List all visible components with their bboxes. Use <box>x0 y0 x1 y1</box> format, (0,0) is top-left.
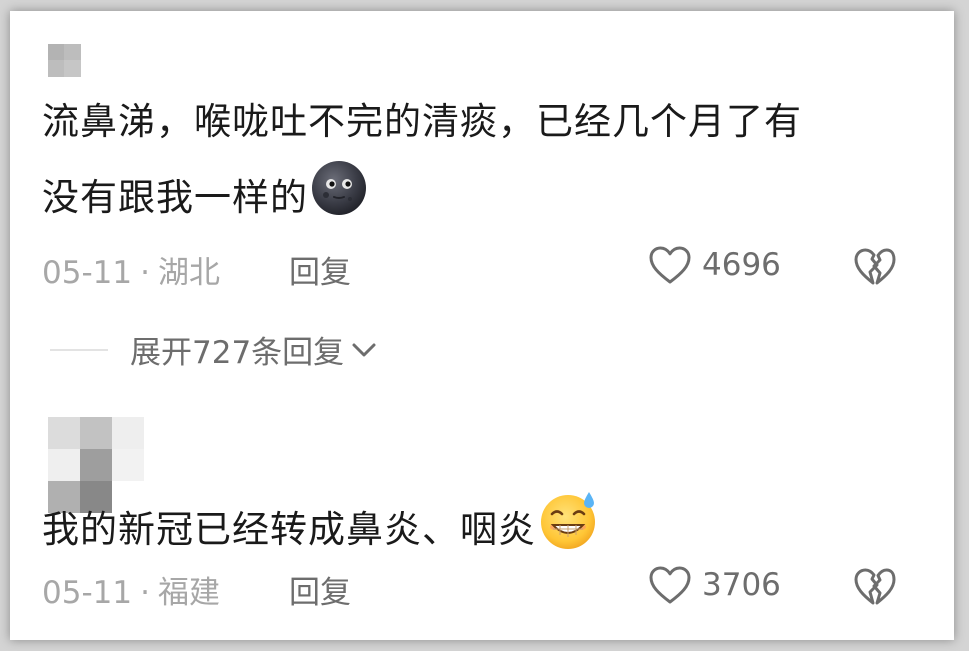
reply-button[interactable]: 回复 <box>289 247 351 292</box>
comment-list: 流鼻涕，喉咙吐不完的清痰，已经几个月了有 没有跟我一样的 05-11 · 湖北 … <box>10 11 954 640</box>
comment-text-line: 我的新冠已经转成鼻炎、咽炎 <box>42 489 600 574</box>
like-button[interactable]: 3706 <box>648 565 781 605</box>
comment-date: 05-11 <box>42 255 133 291</box>
comment-text-segment: 没有跟我一样的 <box>42 176 308 219</box>
comment-date: 05-11 <box>42 575 133 611</box>
like-count: 4696 <box>702 247 781 283</box>
comment-location: 湖北 <box>157 255 220 291</box>
new-moon-face-emoji <box>310 159 368 240</box>
heart-outline-icon <box>649 566 691 604</box>
dislike-button[interactable] <box>853 567 897 611</box>
heart-outline-icon <box>649 246 691 284</box>
grinning-sweat-emoji <box>538 489 600 574</box>
chevron-down-icon <box>352 343 376 356</box>
comment-meta: 05-11 · 福建 <box>42 567 220 612</box>
comment-location: 福建 <box>157 575 220 611</box>
broken-heart-icon <box>854 248 896 285</box>
divider <box>50 348 108 351</box>
avatar[interactable] <box>48 44 81 77</box>
reply-button[interactable]: 回复 <box>289 567 351 612</box>
like-button[interactable]: 4696 <box>648 245 781 285</box>
comment-text: 流鼻涕，喉咙吐不完的清痰，已经几个月了有 没有跟我一样的 <box>42 87 802 240</box>
expand-replies-label: 展开727条回复 <box>130 335 345 371</box>
broken-heart-icon <box>854 568 896 605</box>
like-count: 3706 <box>702 567 781 603</box>
comment-text-line: 流鼻涕，喉咙吐不完的清痰，已经几个月了有 <box>42 100 802 143</box>
comment-meta: 05-11 · 湖北 <box>42 247 220 292</box>
meta-separator: · <box>140 255 150 291</box>
meta-separator: · <box>140 575 150 611</box>
comment-text-segment: 我的新冠已经转成鼻炎、咽炎 <box>42 508 536 551</box>
comment-text-line: 没有跟我一样的 <box>42 159 802 240</box>
expand-replies-button[interactable]: 展开727条回复 <box>50 327 378 372</box>
dislike-button[interactable] <box>853 247 897 291</box>
comment-text: 我的新冠已经转成鼻炎、咽炎 <box>42 489 600 574</box>
